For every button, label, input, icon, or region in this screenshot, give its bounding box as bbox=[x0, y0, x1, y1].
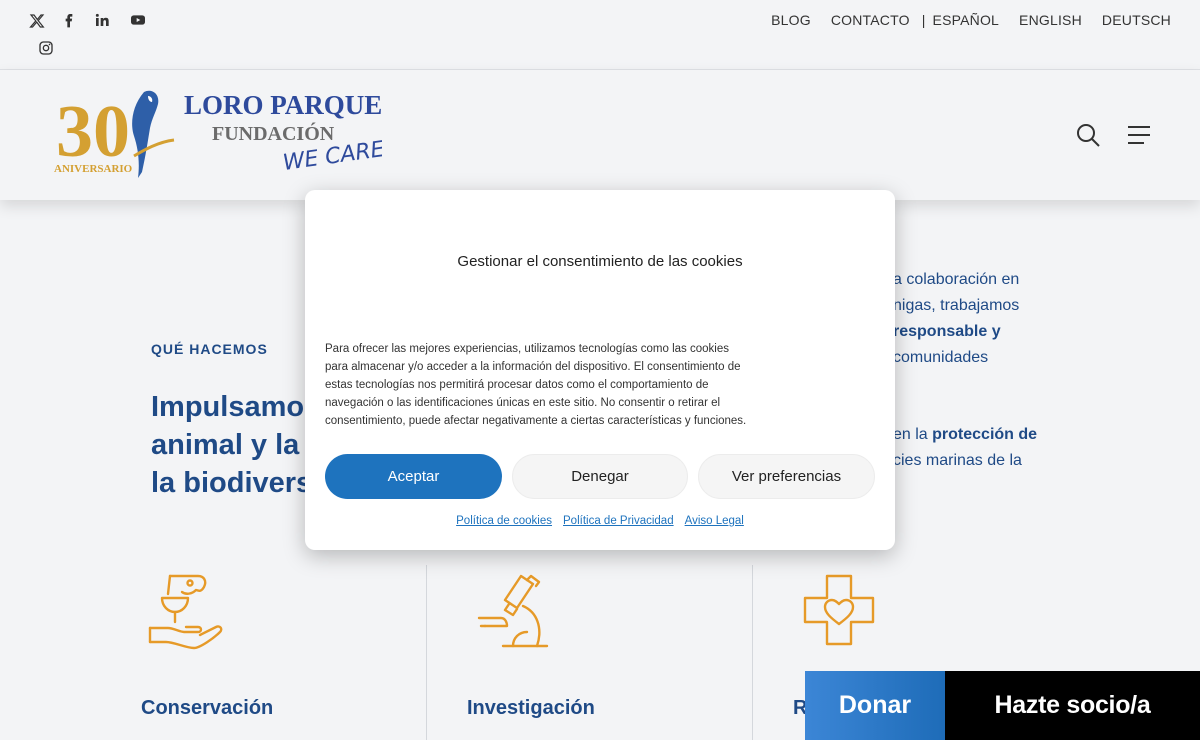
modal-body-line: para almacenar y/o acceder a la informac… bbox=[325, 361, 741, 373]
lang-espanol-link[interactable]: ESPAÑOL bbox=[933, 12, 1000, 28]
paragraph-text: en la bbox=[893, 426, 933, 443]
logo-number: 30 bbox=[56, 91, 130, 173]
cookie-consent-modal: Gestionar el consentimiento de las cooki… bbox=[305, 190, 895, 550]
site-header: 30 ANIVERSARIO LORO PARQUE FUNDACIÓN WE … bbox=[0, 70, 1200, 200]
logo-line1: LORO PARQUE bbox=[184, 90, 382, 120]
logo-line2: FUNDACIÓN bbox=[212, 121, 335, 145]
site-logo[interactable]: 30 ANIVERSARIO LORO PARQUE FUNDACIÓN WE … bbox=[52, 86, 382, 184]
microscope-icon bbox=[477, 574, 549, 648]
parrot-hand-icon bbox=[148, 574, 223, 650]
feature-title-investigacion[interactable]: Investigación bbox=[467, 697, 595, 720]
modal-links: Política de cookies Política de Privacid… bbox=[305, 515, 895, 527]
column-divider bbox=[752, 565, 753, 740]
search-icon[interactable] bbox=[1075, 122, 1101, 148]
linkedin-icon[interactable] bbox=[91, 9, 113, 31]
modal-body-line: navegación o las identificaciones únicas… bbox=[325, 397, 721, 409]
paragraph-line: a colaboración en bbox=[893, 271, 1020, 288]
top-links: BLOG CONTACTO | ESPAÑOL ENGLISH DEUTSCH bbox=[771, 12, 1171, 28]
modal-body: Para ofrecer las mejores experiencias, u… bbox=[325, 340, 815, 430]
become-member-button[interactable]: Hazte socio/a bbox=[945, 671, 1200, 740]
instagram-icon[interactable] bbox=[35, 37, 57, 59]
right-paragraph-2: en la protección de cies marinas de la bbox=[893, 422, 1037, 474]
heart-cross-icon bbox=[803, 574, 875, 646]
menu-icon[interactable] bbox=[1126, 122, 1152, 148]
link-separator: | bbox=[921, 12, 926, 28]
deny-button[interactable]: Denegar bbox=[512, 454, 688, 499]
contacto-link[interactable]: CONTACTO bbox=[831, 12, 910, 28]
modal-body-line: estas tecnologías nos permitirá procesar… bbox=[325, 379, 709, 391]
lang-english-link[interactable]: ENGLISH bbox=[1019, 12, 1082, 28]
youtube-icon[interactable] bbox=[127, 9, 149, 31]
logo-anniversary: ANIVERSARIO bbox=[54, 163, 133, 175]
accept-button[interactable]: Aceptar bbox=[325, 454, 502, 499]
paragraph-line: nigas, trabajamos bbox=[893, 297, 1020, 314]
paragraph-line: en la protección de bbox=[893, 422, 1037, 448]
donate-button[interactable]: Donar bbox=[805, 671, 945, 740]
legal-notice-link[interactable]: Aviso Legal bbox=[685, 515, 744, 527]
modal-body-line: consentimiento, puede afectar negativame… bbox=[325, 415, 747, 427]
paragraph-line: responsable y bbox=[893, 319, 1019, 345]
privacy-policy-link[interactable]: Política de Privacidad bbox=[563, 515, 674, 527]
section-eyebrow: QUÉ HACEMOS bbox=[151, 341, 268, 357]
blog-link[interactable]: BLOG bbox=[771, 12, 811, 28]
facebook-icon[interactable] bbox=[58, 9, 80, 31]
paragraph-line: cies marinas de la bbox=[893, 452, 1022, 469]
modal-body-line: Para ofrecer las mejores experiencias, u… bbox=[325, 343, 729, 355]
top-bar: BLOG CONTACTO | ESPAÑOL ENGLISH DEUTSCH bbox=[0, 0, 1200, 70]
column-divider bbox=[426, 565, 427, 740]
paragraph-bold: protección de bbox=[932, 426, 1038, 443]
paragraph-line: comunidades bbox=[893, 349, 989, 366]
right-paragraph-1: a colaboración en nigas, trabajamos resp… bbox=[893, 267, 1019, 371]
modal-title: Gestionar el consentimiento de las cooki… bbox=[457, 253, 743, 270]
lang-deutsch-link[interactable]: DEUTSCH bbox=[1102, 12, 1171, 28]
x-icon[interactable] bbox=[26, 10, 48, 32]
paragraph-bold: responsable y bbox=[893, 323, 1001, 340]
cookie-policy-link[interactable]: Política de cookies bbox=[456, 515, 552, 527]
feature-title-conservacion[interactable]: Conservación bbox=[141, 697, 273, 720]
preferences-button[interactable]: Ver preferencias bbox=[698, 454, 875, 499]
parrot-logo-icon bbox=[132, 90, 175, 178]
